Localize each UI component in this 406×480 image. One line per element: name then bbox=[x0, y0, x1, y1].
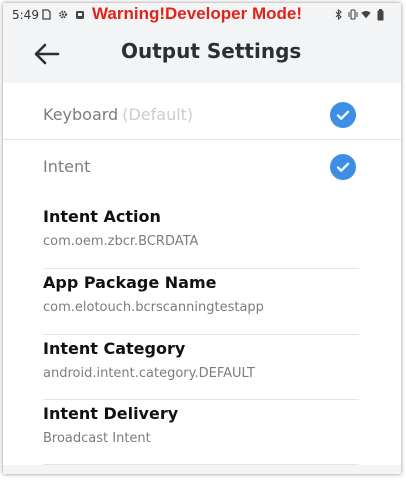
setting-title: Intent Category bbox=[43, 339, 186, 358]
app-bar: Output Settings bbox=[3, 29, 401, 83]
device-screen: 5:49 Warning!Developer Mode! Output Sett… bbox=[3, 3, 401, 474]
sim-icon bbox=[41, 9, 51, 20]
setting-app-package-name[interactable]: App Package Name com.elotouch.bcrscannin… bbox=[43, 269, 359, 334]
setting-value: com.oem.zbcr.BCRDATA bbox=[43, 234, 199, 249]
developer-mode-warning: Warning!Developer Mode! bbox=[92, 4, 302, 23]
bottom-strip bbox=[3, 465, 401, 474]
setting-value: Broadcast Intent bbox=[43, 431, 151, 446]
keyboard-checkmark-icon[interactable] bbox=[330, 102, 356, 128]
option-keyboard-label: Keyboard (Default) bbox=[43, 105, 194, 124]
option-keyboard[interactable]: Keyboard (Default) bbox=[3, 91, 401, 139]
setting-intent-delivery[interactable]: Intent Delivery Broadcast Intent bbox=[43, 400, 359, 465]
setting-value: android.intent.category.DEFAULT bbox=[43, 366, 255, 381]
setting-value: com.elotouch.bcrscanningtestapp bbox=[43, 300, 264, 315]
arrow-left-icon bbox=[34, 43, 60, 65]
page-title: Output Settings bbox=[121, 39, 302, 63]
setting-intent-action[interactable]: Intent Action com.oem.zbcr.BCRDATA bbox=[43, 203, 359, 268]
back-button[interactable] bbox=[31, 40, 63, 68]
divider bbox=[3, 139, 401, 140]
bluetooth-icon bbox=[334, 9, 344, 20]
status-time: 5:49 bbox=[12, 8, 39, 22]
setting-title: Intent Action bbox=[43, 207, 161, 226]
battery-icon bbox=[375, 8, 385, 20]
option-intent[interactable]: Intent bbox=[3, 143, 401, 191]
setting-title: Intent Delivery bbox=[43, 404, 179, 423]
settings-content: Keyboard (Default) Intent Intent Action c… bbox=[3, 83, 401, 474]
vibrate-icon bbox=[348, 9, 358, 20]
gear-icon bbox=[58, 9, 68, 20]
default-tag: (Default) bbox=[122, 105, 194, 124]
setting-title: App Package Name bbox=[43, 273, 217, 292]
option-intent-label: Intent bbox=[43, 157, 91, 176]
intent-checkmark-icon[interactable] bbox=[330, 154, 356, 180]
setting-intent-category[interactable]: Intent Category android.intent.category.… bbox=[43, 335, 359, 400]
android-icon bbox=[75, 9, 85, 20]
status-bar: 5:49 Warning!Developer Mode! bbox=[3, 3, 401, 29]
wifi-icon bbox=[361, 9, 371, 20]
